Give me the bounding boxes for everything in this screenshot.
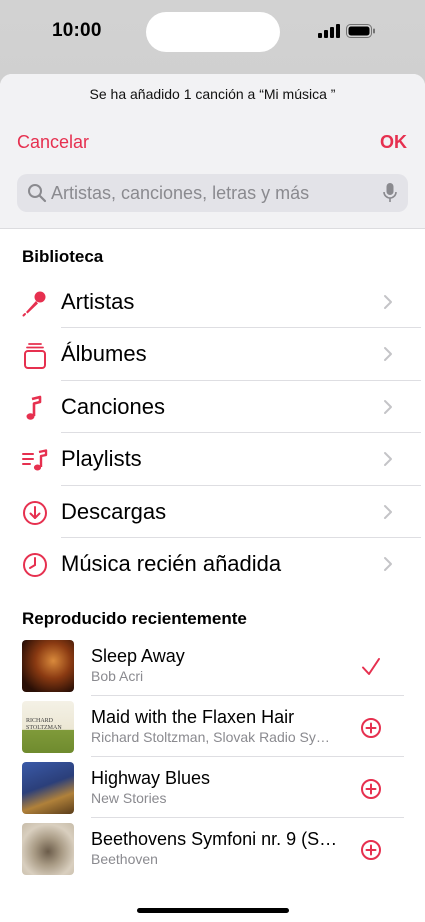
battery-icon [346, 24, 375, 38]
playlist-icon [22, 449, 48, 471]
add-circle-icon[interactable] [360, 839, 382, 861]
added-confirmation-text: Se ha añadido 1 canción a “Mi música ” [89, 86, 336, 102]
song-artist: Richard Stoltzman, Slovak Radio Sy… [91, 729, 330, 745]
song-row[interactable]: Beethovens Symfoni nr. 9 (S… Beethoven [0, 818, 425, 879]
chevron-right-icon [384, 347, 392, 362]
status-bar: 10:00 [0, 0, 425, 64]
album-stack-icon [24, 343, 46, 370]
song-title: Sleep Away [91, 646, 185, 666]
song-artist: New Stories [91, 790, 167, 806]
recently-played-section-title: Reproducido recientemente [22, 609, 247, 628]
library-list: Artistas Álbumes Canciones Playlists Des… [0, 276, 425, 590]
album-artwork [22, 762, 74, 814]
album-artwork [22, 823, 74, 875]
library-item-songs[interactable]: Canciones [0, 381, 425, 434]
song-title: Highway Blues [91, 768, 211, 788]
library-item-downloads[interactable]: Descargas [0, 486, 425, 538]
recently-played-list: Sleep Away Bob Acri RICHARD STOLTZMAN Ma… [0, 635, 425, 879]
library-item-artists[interactable]: Artistas [0, 276, 425, 329]
song-artist: Bob Acri [91, 668, 144, 684]
library-item-recently-added[interactable]: Música recién añadida [0, 538, 425, 590]
checkmark-icon[interactable] [360, 656, 382, 678]
status-time: 10:00 [52, 20, 102, 41]
download-icon [23, 500, 47, 525]
library-item-label: Descargas [61, 498, 167, 524]
clock-icon [23, 552, 47, 577]
ok-button[interactable]: OK [380, 132, 407, 153]
microphone-icon [22, 291, 46, 317]
add-circle-icon[interactable] [360, 778, 382, 800]
sheet-header: Se ha añadido 1 canción a “Mi música ” C… [0, 74, 425, 229]
add-circle-icon[interactable] [360, 717, 382, 739]
search-input[interactable] [51, 174, 371, 212]
album-artwork-text: RICHARD STOLTZMAN [26, 718, 62, 731]
microphone-dictation-icon[interactable] [382, 182, 398, 204]
library-item-playlists[interactable]: Playlists [0, 433, 425, 486]
song-row[interactable]: RICHARD STOLTZMAN Maid with the Flaxen H… [0, 696, 425, 757]
song-title: Beethovens Symfoni nr. 9 (S… [91, 829, 338, 849]
song-artist: Beethoven [91, 851, 158, 867]
home-indicator[interactable] [137, 908, 289, 913]
song-row[interactable]: Highway Blues New Stories [0, 757, 425, 818]
search-icon [28, 184, 47, 203]
library-section-title: Biblioteca [22, 247, 104, 266]
chevron-right-icon [384, 556, 392, 571]
album-artwork: RICHARD STOLTZMAN [22, 701, 74, 753]
cellular-signal-icon [318, 24, 340, 38]
song-title: Maid with the Flaxen Hair [91, 707, 295, 727]
chevron-right-icon [384, 452, 392, 467]
chevron-right-icon [384, 504, 392, 519]
song-row[interactable]: Sleep Away Bob Acri [0, 635, 425, 696]
search-bar[interactable] [17, 174, 408, 212]
library-item-label: Música recién añadida [61, 550, 282, 576]
cancel-button[interactable]: Cancelar [17, 132, 89, 153]
library-item-label: Playlists [61, 446, 142, 472]
dynamic-island [146, 12, 280, 52]
library-item-label: Canciones [61, 393, 165, 419]
library-item-label: Artistas [61, 289, 135, 314]
music-note-icon [26, 395, 42, 420]
album-artwork [22, 640, 74, 692]
chevron-right-icon [384, 295, 392, 309]
library-item-albums[interactable]: Álbumes [0, 328, 425, 381]
chevron-right-icon [384, 399, 392, 414]
library-item-label: Álbumes [61, 341, 147, 367]
